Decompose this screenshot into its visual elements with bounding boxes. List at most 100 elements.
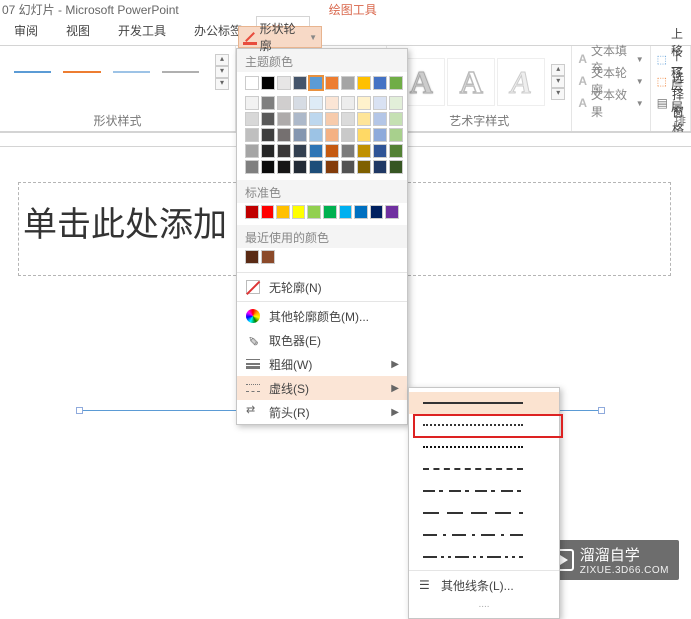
wordart-preset-2[interactable]: A (447, 58, 495, 106)
color-swatch[interactable] (293, 112, 307, 126)
resize-handle-right[interactable] (598, 407, 605, 414)
style-preset-1[interactable] (14, 71, 51, 73)
color-swatch[interactable] (341, 96, 355, 110)
dashes-item[interactable]: 虚线(S) ▶ (237, 376, 407, 400)
color-swatch[interactable] (276, 205, 290, 219)
color-swatch[interactable] (325, 112, 339, 126)
color-swatch[interactable] (277, 96, 291, 110)
dash-dash-dot[interactable] (409, 480, 559, 502)
gallery-up-button[interactable]: ▴ (215, 54, 229, 66)
color-swatch[interactable] (293, 128, 307, 142)
color-swatch[interactable] (389, 112, 403, 126)
color-swatch[interactable] (309, 128, 323, 142)
text-effects-button[interactable]: 文本效果▼ (578, 92, 643, 114)
resize-handle-left[interactable] (76, 407, 83, 414)
color-swatch[interactable] (325, 76, 339, 90)
gallery-down-button[interactable]: ▾ (215, 66, 229, 78)
wordart-down-button[interactable]: ▾ (551, 76, 565, 88)
color-swatch[interactable] (245, 144, 259, 158)
color-swatch[interactable] (261, 144, 275, 158)
color-swatch[interactable] (277, 112, 291, 126)
tab-view[interactable]: 视图 (52, 17, 104, 45)
color-swatch[interactable] (309, 76, 323, 90)
color-swatch[interactable] (309, 96, 323, 110)
dash-long-dash-dot-dot[interactable] (409, 546, 559, 568)
weight-item[interactable]: 粗细(W) ▶ (237, 352, 407, 376)
dash-round-dot[interactable] (409, 414, 559, 436)
arrows-item[interactable]: 箭头(R) ▶ (237, 400, 407, 424)
color-swatch[interactable] (389, 128, 403, 142)
color-swatch[interactable] (325, 144, 339, 158)
color-swatch[interactable] (373, 112, 387, 126)
color-swatch[interactable] (245, 205, 259, 219)
color-swatch[interactable] (341, 76, 355, 90)
color-swatch[interactable] (261, 96, 275, 110)
color-swatch[interactable] (357, 144, 371, 158)
color-swatch[interactable] (307, 205, 321, 219)
color-swatch[interactable] (245, 250, 259, 264)
color-swatch[interactable] (373, 128, 387, 142)
dash-square-dot[interactable] (409, 436, 559, 458)
wordart-preset-3[interactable]: A (497, 58, 545, 106)
color-swatch[interactable] (245, 128, 259, 142)
more-colors-item[interactable]: 其他轮廓颜色(M)... (237, 304, 407, 328)
color-swatch[interactable] (293, 76, 307, 90)
color-swatch[interactable] (341, 112, 355, 126)
color-swatch[interactable] (357, 128, 371, 142)
color-swatch[interactable] (245, 112, 259, 126)
more-lines-item[interactable]: ☰ 其他线条(L)... (409, 573, 559, 597)
color-swatch[interactable] (354, 205, 368, 219)
color-swatch[interactable] (373, 96, 387, 110)
color-swatch[interactable] (370, 205, 384, 219)
color-swatch[interactable] (389, 96, 403, 110)
color-swatch[interactable] (293, 96, 307, 110)
color-swatch[interactable] (277, 144, 291, 158)
wordart-gallery[interactable]: A A A ▴ ▾ ▾ (393, 50, 565, 114)
color-swatch[interactable] (261, 128, 275, 142)
dash-long-dash[interactable] (409, 502, 559, 524)
color-swatch[interactable] (389, 144, 403, 158)
selection-pane-button[interactable]: 选择窗格 (657, 92, 684, 114)
color-swatch[interactable] (293, 160, 307, 174)
color-swatch[interactable] (339, 205, 353, 219)
color-swatch[interactable] (389, 76, 403, 90)
color-swatch[interactable] (309, 112, 323, 126)
shape-style-gallery[interactable]: ▴ ▾ ▾ (6, 50, 229, 94)
color-swatch[interactable] (277, 128, 291, 142)
color-swatch[interactable] (373, 76, 387, 90)
color-swatch[interactable] (389, 160, 403, 174)
style-preset-4[interactable] (162, 71, 199, 73)
color-swatch[interactable] (325, 128, 339, 142)
dash-long-dash-dot[interactable] (409, 524, 559, 546)
color-swatch[interactable] (341, 160, 355, 174)
color-swatch[interactable] (373, 144, 387, 158)
no-outline-item[interactable]: 无轮廓(N) (237, 275, 407, 299)
eyedropper-item[interactable]: 取色器(E) (237, 328, 407, 352)
color-swatch[interactable] (357, 160, 371, 174)
color-swatch[interactable] (277, 76, 291, 90)
color-swatch[interactable] (292, 205, 306, 219)
style-preset-2[interactable] (63, 71, 100, 73)
color-swatch[interactable] (309, 144, 323, 158)
style-preset-3[interactable] (113, 71, 150, 73)
color-swatch[interactable] (261, 160, 275, 174)
color-swatch[interactable] (245, 76, 259, 90)
wordart-more-button[interactable]: ▾ (551, 88, 565, 100)
color-swatch[interactable] (385, 205, 399, 219)
color-swatch[interactable] (325, 96, 339, 110)
tab-review[interactable]: 审阅 (0, 17, 52, 45)
color-swatch[interactable] (341, 128, 355, 142)
dash-solid[interactable] (409, 392, 559, 414)
color-swatch[interactable] (325, 160, 339, 174)
shape-outline-button[interactable]: 形状轮廓 ▼ (238, 26, 322, 48)
color-swatch[interactable] (357, 76, 371, 90)
color-swatch[interactable] (277, 160, 291, 174)
tab-devtools[interactable]: 开发工具 (104, 17, 180, 45)
color-swatch[interactable] (373, 160, 387, 174)
gallery-more-button[interactable]: ▾ (215, 78, 229, 90)
dash-dash[interactable] (409, 458, 559, 480)
color-swatch[interactable] (357, 112, 371, 126)
color-swatch[interactable] (245, 96, 259, 110)
color-swatch[interactable] (261, 250, 275, 264)
color-swatch[interactable] (261, 112, 275, 126)
